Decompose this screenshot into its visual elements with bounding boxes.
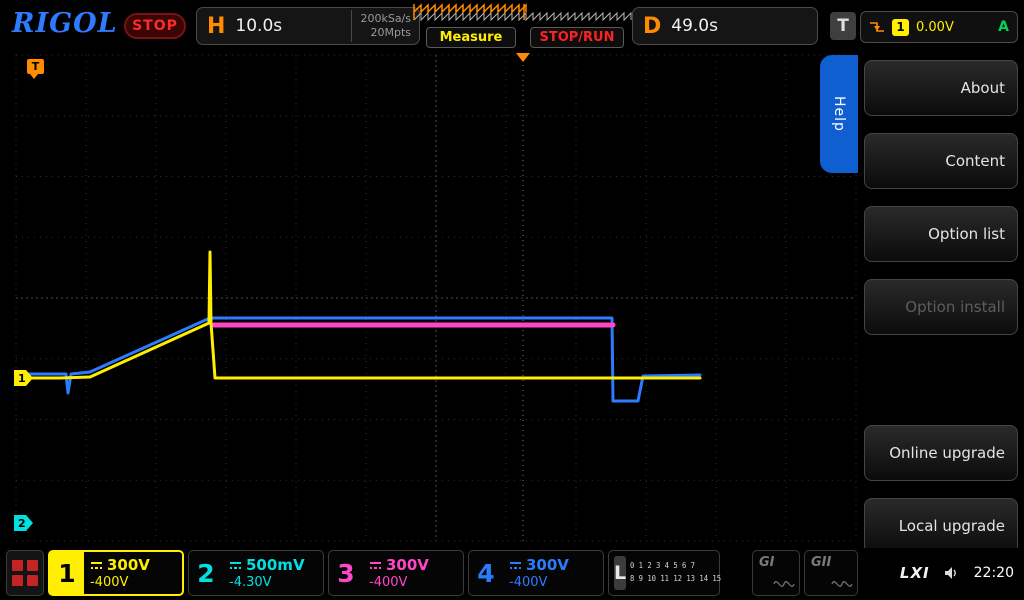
horizontal-timebase-box[interactable]: H 10.0s 200kSa/s 20Mpts — [196, 7, 420, 45]
channel-2-offset: -4.30V — [229, 575, 323, 590]
sine-wave-icon — [773, 578, 795, 590]
rigol-logo: RIGOL — [12, 8, 118, 39]
memory-position-indicator — [412, 2, 632, 22]
menu-button-option-list[interactable]: Option list — [864, 206, 1018, 262]
menu-button-about[interactable]: About — [864, 60, 1018, 116]
memory-depth: 20Mpts — [370, 26, 411, 39]
speaker-icon[interactable] — [944, 565, 960, 581]
help-tab[interactable]: Help — [820, 55, 858, 173]
dc-coupling-icon — [90, 561, 103, 570]
channel-1-offset: -400V — [90, 575, 182, 590]
lxi-logo: LXI — [900, 564, 930, 582]
trigger-status-box[interactable]: 1 0.00V A — [860, 11, 1018, 43]
menu-grid-button[interactable] — [6, 550, 44, 596]
delay-value: 49.0s — [671, 16, 817, 36]
horizontal-label: H — [207, 14, 225, 39]
dc-coupling-icon — [229, 561, 242, 570]
dc-coupling-icon — [369, 561, 382, 570]
trigger-label: T — [830, 12, 856, 40]
channel-3-box[interactable]: 3 300V -400V — [328, 550, 464, 596]
trigger-edge-icon — [869, 19, 885, 35]
channel-3-scale: 300V — [386, 556, 429, 574]
channel-3-number: 3 — [329, 551, 363, 595]
menu-button-content[interactable]: Content — [864, 133, 1018, 189]
trigger-level-value: 0.00V — [916, 20, 991, 35]
dc-coupling-icon — [509, 561, 522, 570]
generator-1-label: GI — [759, 555, 775, 570]
run-state-badge: STOP — [124, 13, 186, 39]
trigger-mode: A — [998, 19, 1009, 35]
digital-label: L — [614, 556, 626, 590]
channel-1-level-marker[interactable]: 1 — [14, 370, 33, 386]
trigger-source-badge: 1 — [892, 19, 909, 36]
delay-box[interactable]: D 49.0s — [632, 7, 818, 45]
sine-wave-icon — [831, 578, 853, 590]
digital-row-1: 0 1 2 3 4 5 6 7 — [630, 560, 721, 573]
channel-4-scale: 300V — [526, 556, 569, 574]
channel-3-offset: -400V — [369, 575, 463, 590]
clock: 22:20 — [974, 565, 1014, 581]
channel-4-box[interactable]: 4 300V -400V — [468, 550, 604, 596]
graticule: 12 — [14, 52, 858, 546]
menu-grid-icon — [12, 560, 23, 571]
svg-text:2: 2 — [18, 517, 26, 530]
channel-2-level-marker[interactable]: 2 — [14, 515, 33, 531]
channel-2-scale: 500mV — [246, 556, 305, 574]
oscilloscope-screen: RIGOL STOP H 10.0s 200kSa/s 20Mpts Measu… — [0, 0, 1024, 600]
generator-1-box[interactable]: GI — [752, 550, 800, 596]
generator-2-label: GII — [811, 555, 831, 570]
digital-channels-box[interactable]: L 0 1 2 3 4 5 6 7 8 9 10 11 12 13 14 15 — [608, 550, 720, 596]
ch4-trace — [18, 318, 700, 401]
delay-label: D — [643, 14, 661, 39]
digital-row-2: 8 9 10 11 12 13 14 15 — [630, 573, 721, 586]
trigger-level-flag[interactable]: T — [27, 59, 44, 74]
channel-1-scale: 300V — [107, 556, 150, 574]
bottom-bar: 1 300V -400V 2 500mV -4.30V 3 300V -400V… — [0, 548, 1024, 600]
generator-2-box[interactable]: GII — [804, 550, 858, 596]
graticule-area: 12 T — [14, 52, 858, 546]
top-bar: RIGOL STOP H 10.0s 200kSa/s 20Mpts Measu… — [0, 0, 1024, 52]
measure-button[interactable]: Measure — [426, 27, 516, 48]
svg-text:1: 1 — [18, 372, 26, 385]
trigger-position-marker[interactable] — [516, 53, 530, 62]
channel-4-offset: -400V — [509, 575, 603, 590]
channel-1-box[interactable]: 1 300V -400V — [48, 550, 184, 596]
channel-4-number: 4 — [469, 551, 503, 595]
sample-rate: 200kSa/s — [360, 12, 411, 25]
menu-button-local-upgrade[interactable]: Local upgrade — [864, 498, 1018, 554]
channel-2-box[interactable]: 2 500mV -4.30V — [188, 550, 324, 596]
menu-button-option-install: Option install — [864, 279, 1018, 335]
timebase-value: 10.0s — [235, 16, 351, 36]
menu-button-online-upgrade[interactable]: Online upgrade — [864, 425, 1018, 481]
stop-run-button[interactable]: STOP/RUN — [530, 27, 624, 48]
channel-2-number: 2 — [189, 551, 223, 595]
channel-1-number: 1 — [50, 552, 84, 594]
